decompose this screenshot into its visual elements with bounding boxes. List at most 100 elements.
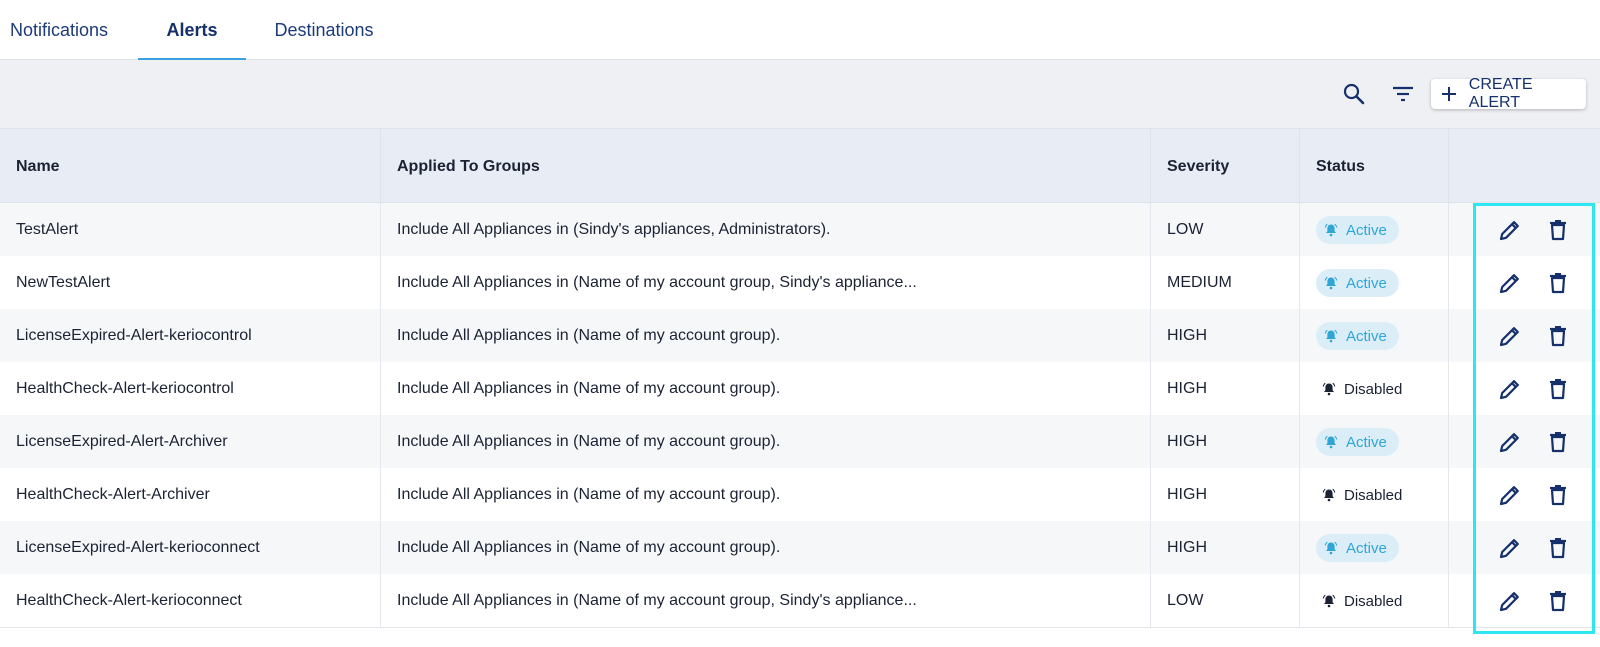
delete-icon[interactable] [1544,322,1572,350]
delete-icon[interactable] [1544,216,1572,244]
bell-icon [1322,488,1336,502]
alert-actions [1449,521,1600,575]
alert-severity: MEDIUM [1151,256,1300,310]
bell-icon [1324,223,1338,237]
table-row[interactable]: TestAlert Include All Appliances in (Sind… [0,203,1600,257]
alert-groups: Include All Appliances in (Name of my ac… [381,521,1151,575]
status-label: Disabled [1344,592,1403,610]
delete-icon[interactable] [1544,587,1572,615]
delete-icon[interactable] [1544,534,1572,562]
alert-actions [1449,256,1600,310]
tab-alerts[interactable]: Alerts [138,0,246,61]
table-header: Name Applied To Groups Severity Status [0,128,1600,204]
alert-severity: HIGH [1151,468,1300,522]
tab-notifications[interactable]: Notifications [0,0,118,60]
delete-icon[interactable] [1544,428,1572,456]
delete-icon[interactable] [1544,269,1572,297]
alert-groups: Include All Appliances in (Sindy's appli… [381,203,1151,257]
status-badge: Active [1316,534,1399,562]
table-row[interactable]: HealthCheck-Alert-Archiver Include All Ap… [0,468,1600,522]
filter-icon[interactable] [1389,80,1417,108]
alerts-table: Name Applied To Groups Severity Status T… [0,128,1600,638]
toolbar [0,60,1600,128]
table-row[interactable]: LicenseExpired-Alert-Archiver Include All… [0,415,1600,469]
alert-actions [1449,309,1600,363]
alert-name: LicenseExpired-Alert-kerioconnect [0,521,381,575]
alert-actions [1449,415,1600,469]
status-label: Active [1346,433,1387,451]
tab-bar: Notifications Alerts Destinations [0,0,1600,61]
status-badge: Disabled [1316,375,1414,403]
alert-status: Active [1300,256,1449,310]
status-label: Active [1346,221,1387,239]
delete-icon[interactable] [1544,481,1572,509]
alert-actions [1449,362,1600,416]
bell-icon [1324,435,1338,449]
alert-status: Disabled [1300,574,1449,628]
bell-icon [1324,329,1338,343]
status-label: Active [1346,327,1387,345]
status-badge: Active [1316,216,1399,244]
bell-icon [1324,541,1338,555]
column-header-actions [1449,129,1600,204]
alert-groups: Include All Appliances in (Name of my ac… [381,574,1151,628]
edit-icon[interactable] [1496,481,1524,509]
status-badge: Active [1316,428,1399,456]
alert-name: HealthCheck-Alert-Archiver [0,468,381,522]
alert-actions [1449,203,1600,257]
delete-icon[interactable] [1544,375,1572,403]
alert-status: Active [1300,309,1449,363]
alert-name: HealthCheck-Alert-kerioconnect [0,574,381,628]
alert-name: NewTestAlert [0,256,381,310]
alert-severity: HIGH [1151,415,1300,469]
status-badge: Active [1316,269,1399,297]
alert-severity: LOW [1151,203,1300,257]
edit-icon[interactable] [1496,428,1524,456]
alert-status: Active [1300,521,1449,575]
bell-icon [1324,276,1338,290]
table-row[interactable]: HealthCheck-Alert-keriocontrol Include Al… [0,362,1600,416]
edit-icon[interactable] [1496,269,1524,297]
alert-groups: Include All Appliances in (Name of my ac… [381,309,1151,363]
plus-icon [1439,84,1459,104]
alert-actions [1449,574,1600,628]
search-icon[interactable] [1340,80,1368,108]
column-header-name[interactable]: Name [0,129,381,204]
alert-name: LicenseExpired-Alert-Archiver [0,415,381,469]
column-header-severity[interactable]: Severity [1151,129,1300,204]
status-badge: Disabled [1316,587,1414,615]
bell-icon [1322,382,1336,396]
alert-groups: Include All Appliances in (Name of my ac… [381,415,1151,469]
alert-actions [1449,468,1600,522]
status-label: Active [1346,274,1387,292]
alert-name: LicenseExpired-Alert-keriocontrol [0,309,381,363]
table-row[interactable]: LicenseExpired-Alert-keriocontrol Include… [0,309,1600,363]
edit-icon[interactable] [1496,216,1524,244]
column-header-status[interactable]: Status [1300,129,1449,204]
edit-icon[interactable] [1496,375,1524,403]
alert-name: TestAlert [0,203,381,257]
alert-severity: LOW [1151,574,1300,628]
tab-destinations[interactable]: Destinations [266,0,382,60]
status-label: Disabled [1344,486,1403,504]
alert-groups: Include All Appliances in (Name of my ac… [381,256,1151,310]
status-label: Disabled [1344,380,1403,398]
alert-name: HealthCheck-Alert-keriocontrol [0,362,381,416]
status-badge: Disabled [1316,481,1414,509]
column-header-groups[interactable]: Applied To Groups [381,129,1151,204]
table-row[interactable]: HealthCheck-Alert-kerioconnect Include Al… [0,574,1600,628]
alert-status: Active [1300,203,1449,257]
table-row[interactable]: NewTestAlert Include All Appliances in (N… [0,256,1600,310]
edit-icon[interactable] [1496,322,1524,350]
create-alert-label: CREATE ALERT [1468,76,1533,111]
edit-icon[interactable] [1496,534,1524,562]
alert-severity: HIGH [1151,309,1300,363]
alert-status: Disabled [1300,468,1449,522]
table-row[interactable]: LicenseExpired-Alert-kerioconnect Include… [0,521,1600,575]
create-alert-button[interactable]: CREATE ALERT [1431,76,1586,111]
alert-status: Active [1300,415,1449,469]
edit-icon[interactable] [1496,587,1524,615]
status-label: Active [1346,539,1387,557]
alert-status: Disabled [1300,362,1449,416]
alert-groups: Include All Appliances in (Name of my ac… [381,362,1151,416]
